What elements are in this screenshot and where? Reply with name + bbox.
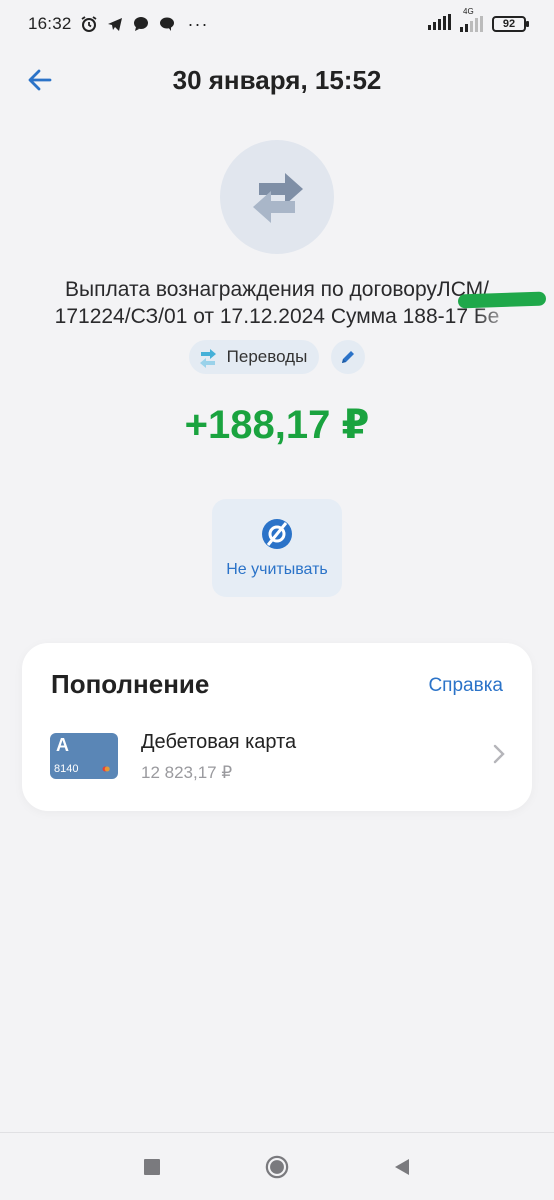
category-chip[interactable]: Переводы <box>188 340 320 374</box>
account-row[interactable]: А 8140 Дебетовая карта 12 823,17 ₽ <box>22 723 532 793</box>
edit-category-button[interactable] <box>331 340 366 374</box>
system-back-button[interactable] <box>390 1155 414 1179</box>
transaction-description: Выплата вознаграждения по договоруЛСМ/ 1… <box>54 278 500 328</box>
arrow-left-icon <box>28 69 52 91</box>
account-name: Дебетовая карта <box>141 731 297 753</box>
home-button[interactable] <box>265 1155 289 1179</box>
back-triangle-icon <box>395 1159 409 1175</box>
exclude-button[interactable]: Не учитывать <box>212 499 342 597</box>
recents-square-icon <box>144 1159 160 1175</box>
category-avatar <box>220 140 334 254</box>
status-bar: 16:32 ··· 4G 92 <box>0 0 554 48</box>
topup-card: Пополнение Справка А 8140 Дебетовая карт… <box>22 643 532 811</box>
category-label: Переводы <box>226 347 308 366</box>
status-time: 16:32 <box>28 14 72 33</box>
exclude-label: Не учитывать <box>226 561 328 578</box>
network-type: 4G <box>463 7 474 16</box>
no-count-icon <box>262 519 292 549</box>
signal-4g-icon: 4G <box>460 7 484 32</box>
mastercard-icon <box>102 766 110 772</box>
home-circle-icon <box>265 1155 289 1179</box>
recents-button[interactable] <box>140 1155 164 1179</box>
signal-icon <box>428 13 452 35</box>
transfer-arrows-icon <box>253 173 303 223</box>
more-notifications-icon: ··· <box>187 13 209 34</box>
section-title: Пополнение <box>51 669 210 699</box>
alarm-icon <box>80 15 98 33</box>
chevron-right-icon <box>493 744 505 764</box>
account-balance: 12 823,17 ₽ <box>141 763 233 782</box>
messages-icon <box>158 15 176 33</box>
chat-icon <box>132 15 150 33</box>
card-thumbnail: А 8140 <box>50 733 118 779</box>
category-chips: Переводы <box>0 340 554 374</box>
page-title: 30 января, 15:52 <box>172 64 382 95</box>
transfer-chip-icon <box>199 349 216 368</box>
pencil-icon <box>342 351 355 363</box>
system-nav-bar <box>0 1132 554 1200</box>
battery-indicator: 92 <box>492 16 529 32</box>
help-link[interactable]: Справка <box>428 675 503 697</box>
telegram-icon <box>106 15 124 33</box>
back-button[interactable] <box>24 64 56 96</box>
card-digits: 8140 <box>54 763 79 775</box>
card-letter: А <box>56 735 69 755</box>
transaction-amount: +188,17 ₽ <box>184 403 370 447</box>
header: 30 января, 15:52 <box>0 52 554 108</box>
